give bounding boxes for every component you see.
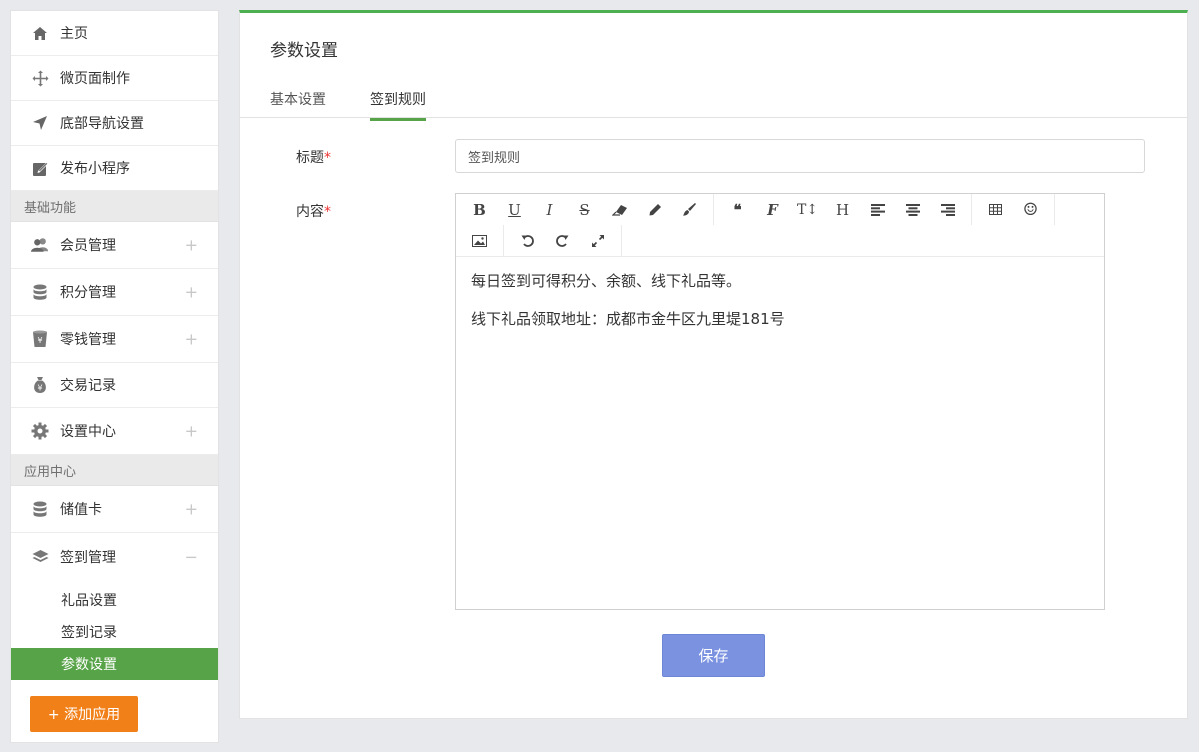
expand-icon[interactable]: + bbox=[185, 236, 198, 255]
main-panel: 参数设置 基本设置 签到规则 标题* 内容* B U I S bbox=[239, 10, 1188, 719]
redo-icon[interactable] bbox=[545, 225, 580, 256]
content-paragraph: 线下礼品领取地址：成都市金牛区九里堤181号 bbox=[471, 310, 785, 328]
sidebar-item-label: 签到管理 bbox=[60, 549, 116, 566]
pencil-icon[interactable] bbox=[637, 194, 672, 225]
sidebar-item-label: 会员管理 bbox=[60, 238, 116, 254]
sidebar-item-home[interactable]: 主页 bbox=[11, 11, 218, 56]
brush-icon[interactable] bbox=[672, 194, 707, 225]
font-size-button[interactable]: T↕ bbox=[790, 194, 825, 225]
bold-button[interactable]: B bbox=[462, 194, 497, 225]
sidebar-item-label: 交易记录 bbox=[60, 378, 116, 394]
sidebar-item-members[interactable]: 会员管理 + bbox=[11, 222, 218, 269]
database-icon bbox=[31, 283, 49, 301]
heading-button[interactable]: H bbox=[825, 194, 860, 225]
expand-icon[interactable]: + bbox=[185, 422, 198, 441]
sidebar-item-label: 零钱管理 bbox=[60, 332, 116, 348]
add-app-button[interactable]: + 添加应用 bbox=[30, 696, 138, 732]
save-button[interactable]: 保存 bbox=[662, 634, 765, 677]
undo-icon[interactable] bbox=[510, 225, 545, 256]
sidebar-subitem-gift-settings[interactable]: 礼品设置 bbox=[11, 584, 218, 616]
strikethrough-button[interactable]: S bbox=[567, 194, 602, 225]
sidebar-item-settings-center[interactable]: 设置中心 + bbox=[11, 408, 218, 455]
italic-button[interactable]: I bbox=[532, 194, 567, 225]
section-header-apps: 应用中心 bbox=[11, 455, 218, 486]
money-bag-icon: ¥ bbox=[31, 376, 49, 394]
gear-icon bbox=[31, 422, 49, 440]
sidebar: 主页 微页面制作 底部导航设置 发布小程序 基础功能 会员管理 + 积分管理 + bbox=[10, 10, 219, 743]
sidebar-item-label: 主页 bbox=[60, 26, 88, 42]
expand-icon[interactable]: + bbox=[185, 330, 198, 349]
sidebar-item-publish[interactable]: 发布小程序 bbox=[11, 146, 218, 191]
content-label-text: 内容 bbox=[296, 204, 324, 220]
title-input[interactable] bbox=[455, 139, 1145, 173]
required-mark: * bbox=[324, 150, 331, 166]
divider bbox=[240, 117, 1187, 118]
sidebar-subitem-parameter-settings[interactable]: 参数设置 bbox=[11, 648, 218, 680]
expand-icon[interactable]: + bbox=[185, 283, 198, 302]
sidebar-item-transactions[interactable]: ¥ 交易记录 bbox=[11, 363, 218, 408]
sidebar-item-label: 发布小程序 bbox=[60, 161, 130, 177]
sidebar-item-points[interactable]: 积分管理 + bbox=[11, 269, 218, 316]
layers-icon bbox=[31, 548, 49, 566]
users-icon bbox=[31, 236, 49, 254]
yen-cup-icon: ¥ bbox=[31, 330, 49, 348]
sidebar-item-label: 积分管理 bbox=[60, 285, 116, 301]
svg-text:¥: ¥ bbox=[37, 384, 42, 393]
sidebar-subitem-checkin-records[interactable]: 签到记录 bbox=[11, 616, 218, 648]
sidebar-item-checkin-management[interactable]: 签到管理 − bbox=[11, 533, 218, 580]
sidebar-item-change[interactable]: ¥ 零钱管理 + bbox=[11, 316, 218, 363]
align-left-icon[interactable] bbox=[860, 194, 895, 225]
home-icon bbox=[31, 24, 49, 42]
sidebar-item-bottom-nav[interactable]: 底部导航设置 bbox=[11, 101, 218, 146]
fullscreen-icon[interactable] bbox=[580, 225, 615, 256]
database-icon bbox=[31, 500, 49, 518]
eraser-icon[interactable] bbox=[602, 194, 637, 225]
expand-icon[interactable]: + bbox=[185, 500, 198, 519]
sidebar-item-label: 底部导航设置 bbox=[60, 116, 144, 132]
image-icon[interactable] bbox=[462, 225, 497, 256]
editor-content[interactable]: 每日签到可得积分、余额、线下礼品等。 线下礼品领取地址：成都市金牛区九里堤181… bbox=[456, 257, 1104, 357]
align-center-icon[interactable] bbox=[895, 194, 930, 225]
align-right-icon[interactable] bbox=[930, 194, 965, 225]
rich-text-editor: B U I S ❝ F T↕ H ☺ 每日签到可得积分、余额、线下礼品等。 线下… bbox=[455, 193, 1105, 610]
emoji-button[interactable]: ☺ bbox=[1013, 194, 1048, 225]
editor-toolbar: B U I S ❝ F T↕ H ☺ bbox=[456, 194, 1104, 257]
page-title: 参数设置 bbox=[270, 41, 338, 61]
required-mark: * bbox=[324, 204, 331, 220]
title-label-text: 标题 bbox=[296, 150, 324, 166]
svg-text:¥: ¥ bbox=[37, 336, 42, 345]
sidebar-item-label: 储值卡 bbox=[60, 502, 102, 518]
table-icon[interactable] bbox=[978, 194, 1013, 225]
font-family-button[interactable]: F bbox=[755, 194, 790, 225]
title-label: 标题* bbox=[296, 147, 331, 167]
navigation-arrow-icon bbox=[31, 114, 49, 132]
sidebar-item-micro-page[interactable]: 微页面制作 bbox=[11, 56, 218, 101]
sidebar-item-stored-value-card[interactable]: 储值卡 + bbox=[11, 486, 218, 533]
sidebar-item-label: 设置中心 bbox=[60, 424, 116, 440]
content-paragraph: 每日签到可得积分、余额、线下礼品等。 bbox=[471, 272, 742, 290]
edit-square-icon bbox=[31, 159, 49, 177]
section-header-basic: 基础功能 bbox=[11, 191, 218, 222]
content-label: 内容* bbox=[296, 201, 331, 221]
move-icon bbox=[31, 69, 49, 87]
underline-button[interactable]: U bbox=[497, 194, 532, 225]
sidebar-item-label: 微页面制作 bbox=[60, 71, 130, 87]
collapse-icon[interactable]: − bbox=[185, 547, 198, 566]
quote-button[interactable]: ❝ bbox=[720, 194, 755, 225]
